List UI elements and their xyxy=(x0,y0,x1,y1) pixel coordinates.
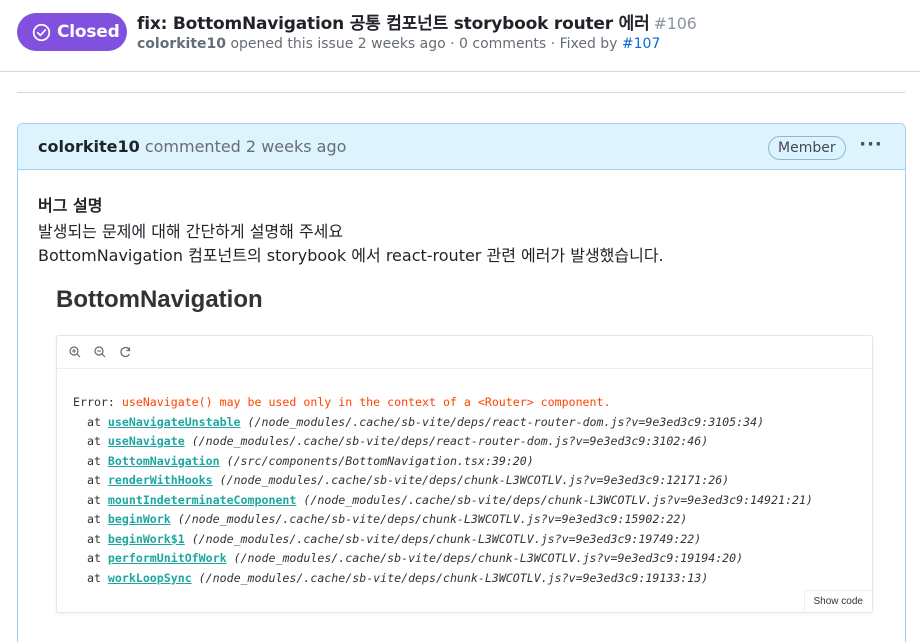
issue-title-text: fix: BottomNavigation 공통 컴포넌트 storybook … xyxy=(137,14,650,34)
stack-file-path: (/node_modules/.cache/sb-vite/deps/chunk… xyxy=(198,570,709,585)
stack-frame: at useNavigate (/node_modules/.cache/sb-… xyxy=(73,432,813,452)
stack-file-path: (/node_modules/.cache/sb-vite/deps/chunk… xyxy=(177,512,688,526)
stack-function-link[interactable]: performUnitOfWork xyxy=(108,551,227,565)
error-message: useNavigate() may be used only in the co… xyxy=(121,395,611,409)
stack-frame: at BottomNavigation (/src/components/Bot… xyxy=(73,452,813,472)
body-line: BottomNavigation 컴포넌트의 storybook 에서 reac… xyxy=(38,246,664,265)
stack-function-link[interactable]: useNavigateUnstable xyxy=(108,415,241,429)
stack-function-link[interactable]: BottomNavigation xyxy=(108,454,220,468)
bug-description-heading: 버그 설명 xyxy=(38,196,103,215)
stack-at: at xyxy=(86,531,101,546)
stack-at: at xyxy=(86,453,101,468)
issue-title: fix: BottomNavigation 공통 컴포넌트 storybook … xyxy=(137,9,697,34)
stack-at: at xyxy=(86,570,101,585)
check-circle-icon xyxy=(32,23,51,41)
issue-comment: colorkite10 commented 2 weeks ago Member… xyxy=(17,123,906,642)
error-line: Error: useNavigate() may be used only in… xyxy=(73,393,813,413)
issue-header: Closed fix: BottomNavigation 공통 컴포넌트 sto… xyxy=(0,0,920,72)
comment-more-button[interactable]: ··· xyxy=(858,134,884,158)
comment-timestamp[interactable]: commented 2 weeks ago xyxy=(140,137,347,156)
stack-function-link[interactable]: beginWork xyxy=(108,512,171,526)
stack-function-link[interactable]: renderWithHooks xyxy=(108,473,213,487)
stack-function-link[interactable]: workLoopSync xyxy=(108,571,192,585)
comment-author-link[interactable]: colorkite10 xyxy=(38,137,140,156)
stack-file-path: (/node_modules/.cache/sb-vite/deps/chunk… xyxy=(219,473,730,487)
issue-meta-text: opened this issue 2 weeks ago · 0 commen… xyxy=(226,36,622,52)
stack-frame: at mountIndeterminateComponent (/node_mo… xyxy=(73,491,813,511)
stack-at: at xyxy=(86,414,101,429)
stack-function-link[interactable]: beginWork$1 xyxy=(108,532,185,546)
show-code-button[interactable]: Show code xyxy=(803,590,872,612)
stack-lines: at useNavigateUnstable (/node_modules/.c… xyxy=(73,413,813,589)
error-stack-trace: Error: useNavigate() may be used only in… xyxy=(73,393,813,588)
stack-frame: at beginWork$1 (/node_modules/.cache/sb-… xyxy=(73,530,813,550)
stack-at: at xyxy=(86,551,101,565)
zoom-in-icon xyxy=(69,346,81,358)
header-divider xyxy=(17,92,905,93)
comment-header: colorkite10 commented 2 weeks ago Member… xyxy=(18,124,905,170)
stack-file-path: (/node_modules/.cache/sb-vite/deps/chunk… xyxy=(191,531,702,546)
stack-file-path: (/node_modules/.cache/sb-vite/deps/react… xyxy=(247,414,765,429)
stack-file-path: (/node_modules/.cache/sb-vite/deps/react… xyxy=(191,434,709,448)
issue-author-link[interactable]: colorkite10 xyxy=(137,36,226,52)
error-prefix: Error: xyxy=(73,395,122,409)
comment-author-line: colorkite10 commented 2 weeks ago xyxy=(38,137,346,156)
stack-at: at xyxy=(86,512,101,526)
stack-at: at xyxy=(86,492,101,507)
body-line: 발생되는 문제에 대해 간단하게 설명해 주세요 xyxy=(38,222,344,241)
stack-at: at xyxy=(86,434,101,448)
issue-number: #106 xyxy=(653,14,697,33)
storybook-error-screenshot: Error: useNavigate() may be used only in… xyxy=(56,335,873,613)
comment-body: 버그 설명 발생되는 문제에 대해 간단하게 설명해 주세요 BottomNav… xyxy=(18,170,905,266)
member-badge: Member xyxy=(768,136,846,160)
stack-function-link[interactable]: mountIndeterminateComponent xyxy=(108,493,296,507)
stack-frame: at beginWork (/node_modules/.cache/sb-vi… xyxy=(73,510,813,530)
fixed-by-link[interactable]: #107 xyxy=(622,36,660,52)
storybook-component-title: BottomNavigation xyxy=(56,286,263,313)
stack-frame: at useNavigateUnstable (/node_modules/.c… xyxy=(73,413,813,433)
stack-frame: at renderWithHooks (/node_modules/.cache… xyxy=(73,471,813,491)
stack-file-path: (/node_modules/.cache/sb-vite/deps/chunk… xyxy=(233,551,744,565)
stack-function-link[interactable]: useNavigate xyxy=(108,434,185,448)
zoom-out-icon xyxy=(94,346,106,358)
issue-meta: colorkite10 opened this issue 2 weeks ag… xyxy=(137,36,660,52)
stack-file-path: (/node_modules/.cache/sb-vite/deps/chunk… xyxy=(303,492,813,507)
stack-at: at xyxy=(86,473,101,487)
closed-state-badge: Closed xyxy=(17,13,127,51)
reset-zoom-icon xyxy=(120,346,131,358)
storybook-toolbar xyxy=(57,336,872,369)
stack-frame: at performUnitOfWork (/node_modules/.cac… xyxy=(73,549,813,569)
stack-file-path: (/src/components/BottomNavigation.tsx:39… xyxy=(226,453,534,468)
state-label: Closed xyxy=(57,22,120,42)
stack-frame: at workLoopSync (/node_modules/.cache/sb… xyxy=(73,569,813,589)
